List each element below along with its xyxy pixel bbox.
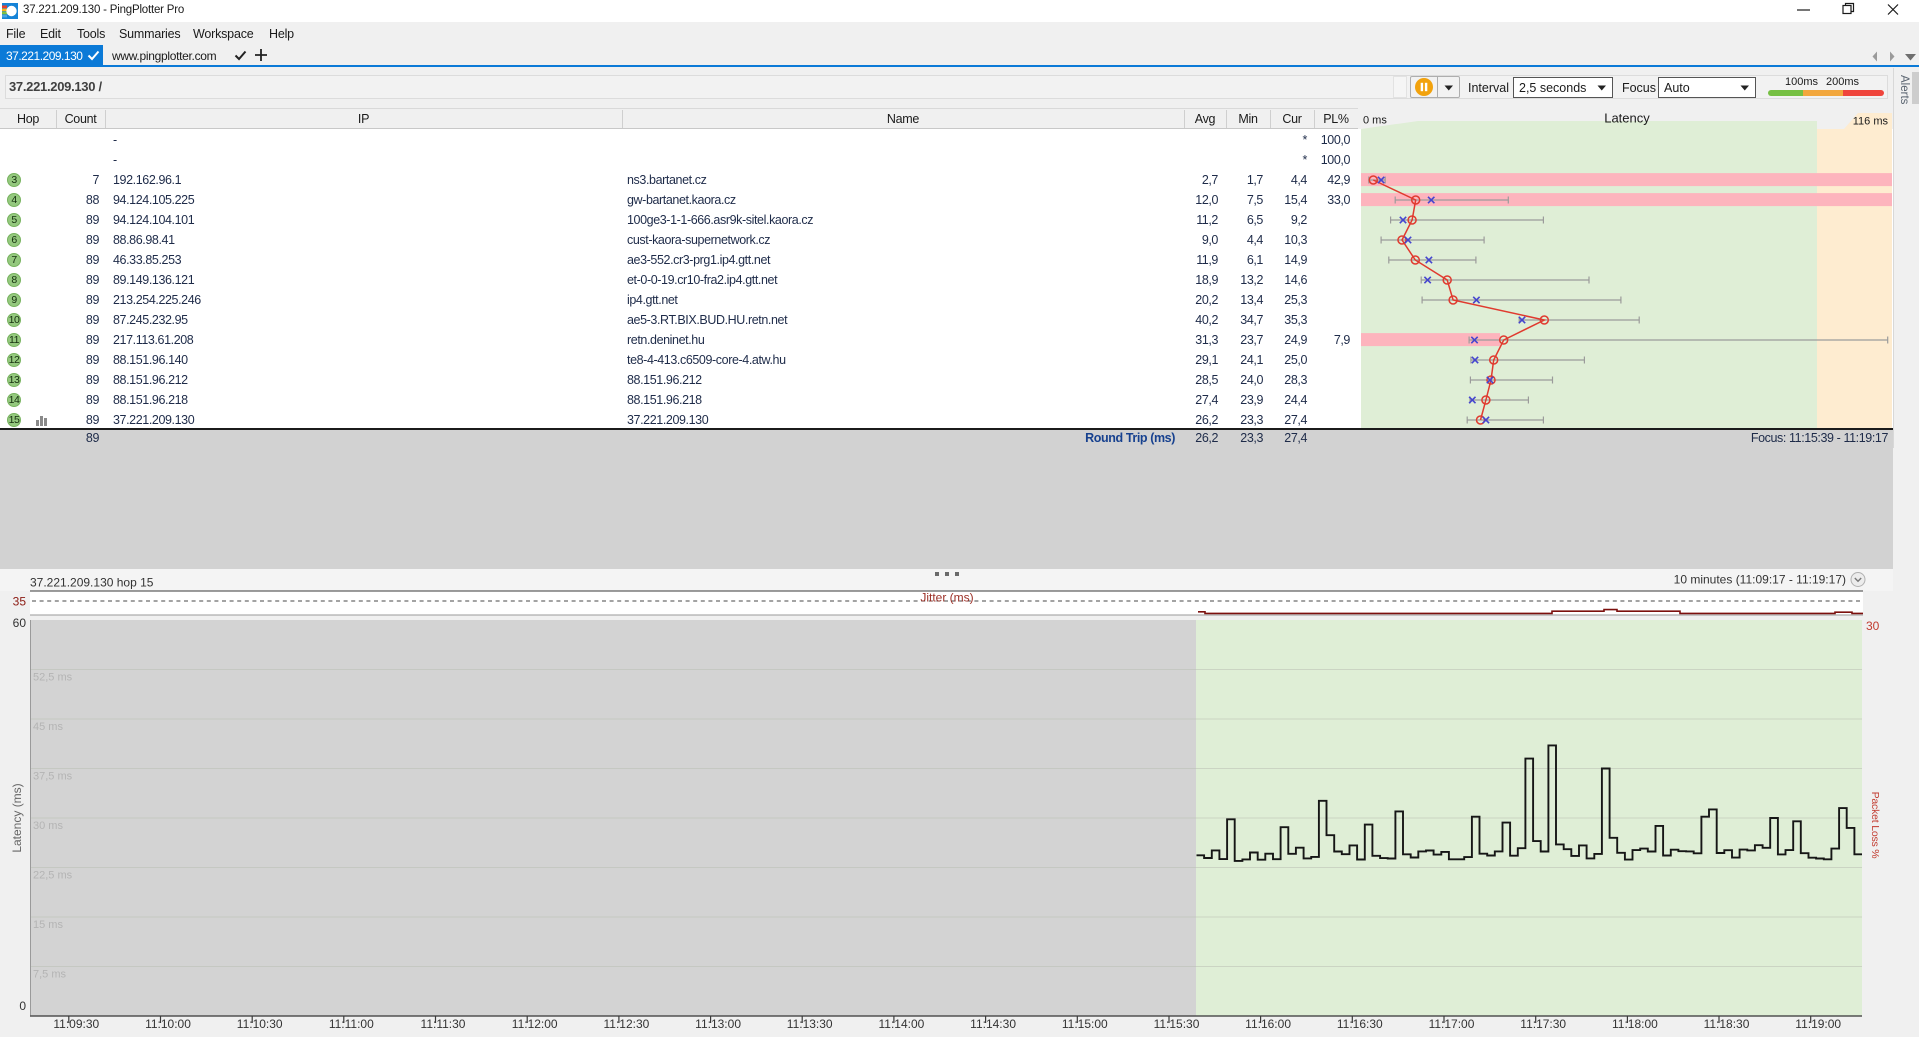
svg-text:11:16:30: 11:16:30: [1337, 1017, 1383, 1031]
svg-text:11:11:30: 11:11:30: [421, 1017, 466, 1031]
svg-text:11:17:00: 11:17:00: [1429, 1017, 1475, 1031]
svg-text:11:09:30: 11:09:30: [53, 1017, 99, 1031]
svg-text:11:12:00: 11:12:00: [512, 1017, 558, 1031]
svg-text:Latency (ms): Latency (ms): [10, 783, 24, 852]
svg-text:10 minutes (11:09:17 - 11:19:1: 10 minutes (11:09:17 - 11:19:17): [1674, 573, 1846, 587]
svg-text:30: 30: [1866, 619, 1880, 633]
svg-text:7,5 ms: 7,5 ms: [33, 969, 67, 981]
svg-text:11:12:30: 11:12:30: [603, 1017, 649, 1031]
svg-text:116 ms: 116 ms: [1853, 116, 1889, 128]
svg-text:45 ms: 45 ms: [33, 721, 63, 733]
svg-text:11:17:30: 11:17:30: [1520, 1017, 1566, 1031]
svg-text:11:13:30: 11:13:30: [787, 1017, 833, 1031]
svg-text:0 ms: 0 ms: [1363, 115, 1387, 127]
svg-text:Packet Loss %: Packet Loss %: [1869, 792, 1881, 859]
svg-text:11:18:00: 11:18:00: [1612, 1017, 1658, 1031]
svg-text:22,5 ms: 22,5 ms: [33, 870, 73, 882]
svg-text:11:16:00: 11:16:00: [1245, 1017, 1291, 1031]
svg-text:37.221.209.130 hop 15: 37.221.209.130 hop 15: [30, 576, 154, 590]
svg-text:37,5 ms: 37,5 ms: [33, 771, 73, 783]
svg-text:11:10:30: 11:10:30: [237, 1017, 283, 1031]
svg-text:11:15:30: 11:15:30: [1154, 1017, 1200, 1031]
svg-text:Latency: Latency: [1604, 111, 1650, 126]
svg-text:60: 60: [13, 616, 27, 630]
svg-text:11:19:00: 11:19:00: [1795, 1017, 1841, 1031]
svg-text:15 ms: 15 ms: [33, 919, 63, 931]
svg-text:0: 0: [19, 999, 26, 1013]
svg-text:Jitter (ms): Jitter (ms): [920, 591, 973, 605]
svg-text:11:13:00: 11:13:00: [695, 1017, 741, 1031]
svg-text:35: 35: [13, 595, 27, 609]
svg-text:30 ms: 30 ms: [33, 820, 63, 832]
svg-text:11:18:30: 11:18:30: [1704, 1017, 1750, 1031]
svg-text:11:11:00: 11:11:00: [329, 1017, 374, 1031]
svg-text:11:14:30: 11:14:30: [970, 1017, 1016, 1031]
svg-text:11:10:00: 11:10:00: [145, 1017, 191, 1031]
svg-text:52,5 ms: 52,5 ms: [33, 672, 73, 684]
svg-text:11:15:00: 11:15:00: [1062, 1017, 1108, 1031]
svg-text:11:14:00: 11:14:00: [878, 1017, 924, 1031]
